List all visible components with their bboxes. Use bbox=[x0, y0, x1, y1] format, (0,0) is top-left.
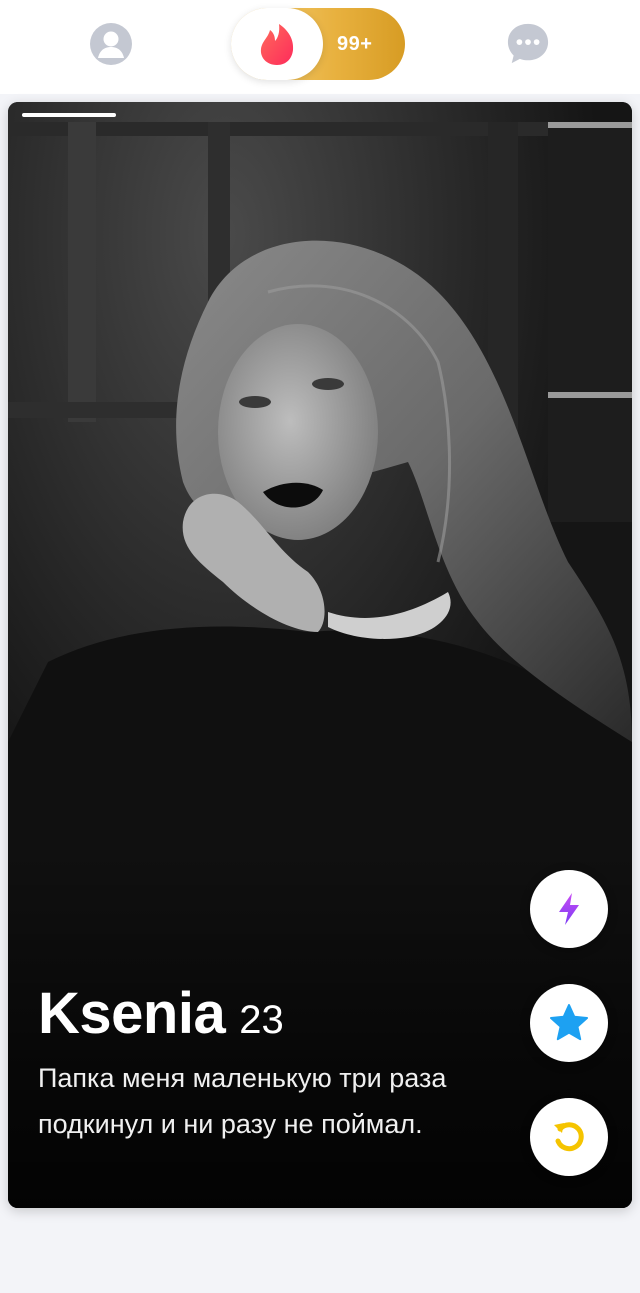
profile-age: 23 bbox=[239, 998, 284, 1042]
profile-name: Ksenia bbox=[38, 981, 226, 1046]
profile-info[interactable]: Ksenia 23 Папка меня маленькую три раза … bbox=[38, 980, 478, 1147]
profile-card[interactable]: Ksenia 23 Папка меня маленькую три раза … bbox=[8, 102, 632, 1208]
lightning-icon bbox=[559, 893, 579, 925]
photo-progress-indicator bbox=[22, 113, 116, 117]
boost-button[interactable] bbox=[530, 870, 608, 948]
profile-bio: Папка меня маленькую три раза подкинул и… bbox=[38, 1063, 447, 1139]
top-navigation-bar: 99+ bbox=[0, 0, 640, 94]
flame-icon bbox=[260, 24, 294, 65]
star-icon bbox=[550, 1004, 588, 1041]
likes-count-badge: 99+ bbox=[337, 33, 373, 55]
discover-tab[interactable] bbox=[231, 8, 323, 80]
rewind-icon bbox=[554, 1122, 584, 1152]
profile-button[interactable] bbox=[89, 22, 133, 66]
person-icon bbox=[90, 23, 132, 65]
rewind-button[interactable] bbox=[530, 1098, 608, 1176]
chat-bubble-icon bbox=[507, 23, 549, 64]
super-like-button[interactable] bbox=[530, 984, 608, 1062]
messages-button[interactable] bbox=[506, 22, 550, 66]
name-age-row: Ksenia 23 bbox=[38, 980, 478, 1047]
likes-toggle[interactable]: 99+ bbox=[231, 8, 405, 80]
